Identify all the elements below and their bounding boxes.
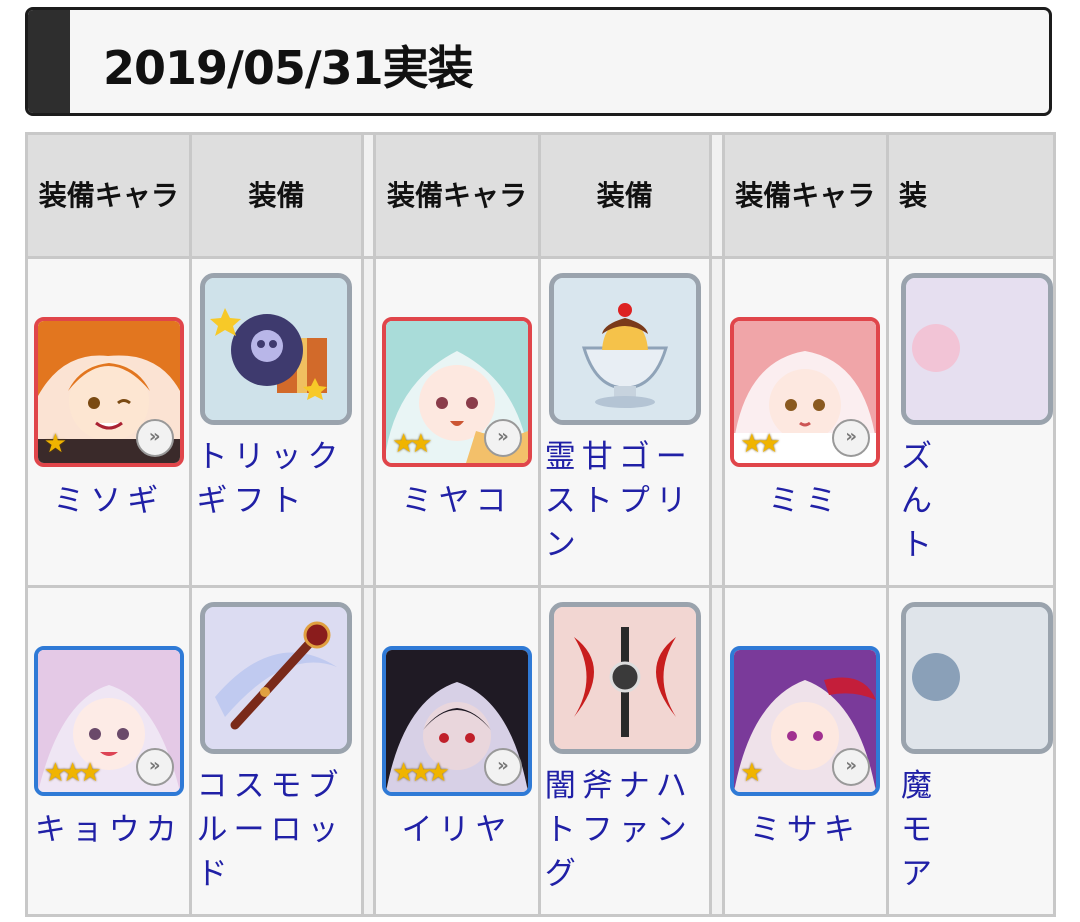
staff-wand-icon	[205, 607, 348, 749]
equipment-icon[interactable]	[548, 602, 701, 754]
equipment-name-link[interactable]: トリックギフト	[196, 435, 356, 523]
character-cell: ★★★ » キョウカ	[25, 585, 193, 917]
equipment-cell: 魔モア	[885, 585, 1056, 917]
equipment-partial-icon	[905, 278, 1048, 420]
character-cell: ★★ » ミミ	[721, 256, 889, 588]
header-equipment: 装	[885, 132, 1056, 259]
rank-chevron-icon: »	[135, 748, 174, 786]
rank-chevron-icon: »	[832, 748, 871, 786]
character-portrait[interactable]: ★ »	[730, 646, 881, 796]
page-title: 2019/05/31実装	[103, 41, 474, 95]
header-equipment: 装備	[537, 132, 712, 259]
equipment-name-link[interactable]: 魔モア	[901, 764, 941, 896]
rank-chevron-icon: »	[483, 748, 522, 786]
character-cell: ★★ » ミヤコ	[373, 256, 541, 588]
character-portrait[interactable]: ★★ »	[730, 317, 881, 467]
rank-chevron-icon: »	[135, 419, 174, 457]
equipment-name-link[interactable]: ズんト	[901, 435, 941, 567]
character-name-link[interactable]: キョウカ	[35, 808, 183, 852]
character-portrait[interactable]: ★ »	[33, 317, 184, 467]
spacer-column	[360, 585, 377, 917]
equipment-cell: 霊甘ゴーストプリン	[537, 256, 712, 588]
equipment-table: 装備キャラ 装備 装備キャラ 装備 装備キャラ 装 ★ » ミソギ トリックギフ…	[25, 132, 1056, 917]
rarity-stars: ★★★	[391, 758, 450, 788]
heading-accent-bar	[28, 10, 70, 113]
spacer-column	[708, 585, 725, 917]
rank-chevron-icon: »	[483, 419, 522, 457]
section-heading: 2019/05/31実装	[25, 7, 1052, 116]
equipment-name-link[interactable]: 闇斧ナハトファング	[545, 764, 705, 896]
equipment-icon[interactable]	[900, 602, 1053, 754]
rank-chevron-icon: »	[832, 419, 871, 457]
equipment-icon[interactable]	[200, 602, 353, 754]
equipment-table-wrapper[interactable]: 装備キャラ 装備 装備キャラ 装備 装備キャラ 装 ★ » ミソギ トリックギフ…	[25, 132, 1056, 922]
equipment-cell: トリックギフト	[189, 256, 364, 588]
equipment-partial-icon	[905, 607, 1048, 749]
gift-bomb-icon	[205, 278, 348, 420]
character-name-link[interactable]: ミサキ	[750, 808, 861, 852]
axe-icon	[553, 607, 696, 749]
equipment-name-link[interactable]: コスモブルーロッド	[196, 764, 356, 896]
header-character: 装備キャラ	[721, 132, 889, 259]
character-name-link[interactable]: ミミ	[768, 479, 842, 523]
equipment-name-link[interactable]: 霊甘ゴーストプリン	[545, 435, 705, 567]
spacer-column	[708, 132, 725, 259]
character-cell: ★ » ミソギ	[25, 256, 193, 588]
rarity-stars: ★★★	[43, 758, 102, 788]
character-name-link[interactable]: ミヤコ	[401, 479, 512, 523]
rarity-stars: ★	[740, 758, 763, 788]
spacer-column	[708, 256, 725, 588]
character-portrait[interactable]: ★★★ »	[33, 646, 184, 796]
table-row: ★ » ミソギ トリックギフト ★★ » ミヤコ 霊甘ゴーストプリン ★★ » …	[25, 256, 1056, 588]
character-name-link[interactable]: ミソギ	[53, 479, 164, 523]
table-row: ★★★ » キョウカ コスモブルーロッド ★★★ » イリヤ 闇斧ナハトファング…	[25, 585, 1056, 917]
spacer-column	[360, 132, 377, 259]
equipment-icon[interactable]	[900, 273, 1053, 425]
equipment-cell: ズんト	[885, 256, 1056, 588]
rarity-stars: ★	[43, 429, 67, 459]
header-row: 装備キャラ 装備 装備キャラ 装備 装備キャラ 装	[25, 132, 1056, 259]
header-character: 装備キャラ	[25, 132, 193, 259]
rarity-stars: ★★	[391, 429, 433, 459]
equipment-cell: 闇斧ナハトファング	[537, 585, 712, 917]
rarity-stars: ★★	[740, 429, 781, 459]
equipment-icon[interactable]	[200, 273, 353, 425]
equipment-icon[interactable]	[548, 273, 701, 425]
character-cell: ★★★ » イリヤ	[373, 585, 541, 917]
character-portrait[interactable]: ★★ »	[381, 317, 532, 467]
spacer-column	[360, 256, 377, 588]
header-character: 装備キャラ	[373, 132, 541, 259]
pudding-dessert-icon	[553, 278, 696, 420]
character-portrait[interactable]: ★★★ »	[381, 646, 532, 796]
character-name-link[interactable]: イリヤ	[401, 808, 512, 852]
character-cell: ★ » ミサキ	[721, 585, 889, 917]
equipment-cell: コスモブルーロッド	[189, 585, 364, 917]
header-equipment: 装備	[189, 132, 364, 259]
